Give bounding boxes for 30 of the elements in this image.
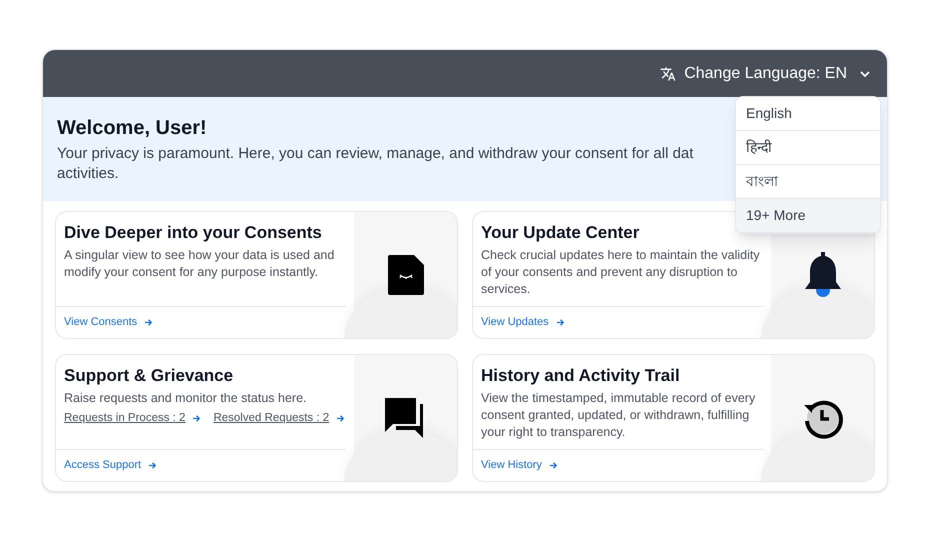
document-icon	[388, 255, 424, 295]
card-title: Support & Grievance	[64, 366, 234, 386]
card-title: History and Activity Trail	[481, 366, 680, 386]
welcome-title: Welcome, User!	[57, 116, 207, 141]
arrow-icon	[148, 461, 158, 470]
request-link[interactable]: Resolved Requests : 2	[213, 410, 346, 428]
card-link[interactable]: View History	[481, 457, 558, 474]
language-option[interactable]: English	[736, 97, 880, 131]
welcome-text: Your privacy is paramount. Here, you can review, manage, and withdraw your consent for all dat	[57, 144, 694, 164]
card-link[interactable]: Access Support	[64, 457, 158, 474]
card-description: View the timestamped, immutable record of every consent granted, updated, or withdrawn, fulfilling your right to transparency.	[481, 390, 756, 441]
request-link[interactable]: Requests in Process : 2	[64, 410, 202, 428]
card-description: A singular view to see how your data is used and modify your consent for any purpose instantly.	[64, 247, 336, 281]
card-title: Dive Deeper into your Consents	[64, 223, 322, 243]
language-option[interactable]: हिन्दी	[736, 131, 880, 165]
welcome-text: activities.	[57, 164, 119, 184]
card-link[interactable]: View Consents	[64, 314, 154, 331]
arrow-icon	[192, 414, 202, 424]
language-button[interactable]: Change Language: EN	[660, 62, 871, 86]
language-option[interactable]: 19+ More	[736, 199, 880, 233]
language-option[interactable]: বাংলা	[736, 165, 880, 199]
arrow-icon	[556, 318, 565, 327]
card-title: Your Update Center	[481, 223, 640, 243]
arrow-icon	[548, 461, 558, 470]
card-link[interactable]: View Updates	[481, 314, 565, 331]
arrow-icon	[144, 318, 154, 327]
translate-icon	[660, 66, 676, 82]
card-description: Raise requests and monitor the status here.	[64, 390, 308, 407]
card-description: Check crucial updates here to maintain the validity of your consents and prevent any disruption to services.	[481, 247, 761, 298]
arrow-icon	[336, 414, 346, 424]
